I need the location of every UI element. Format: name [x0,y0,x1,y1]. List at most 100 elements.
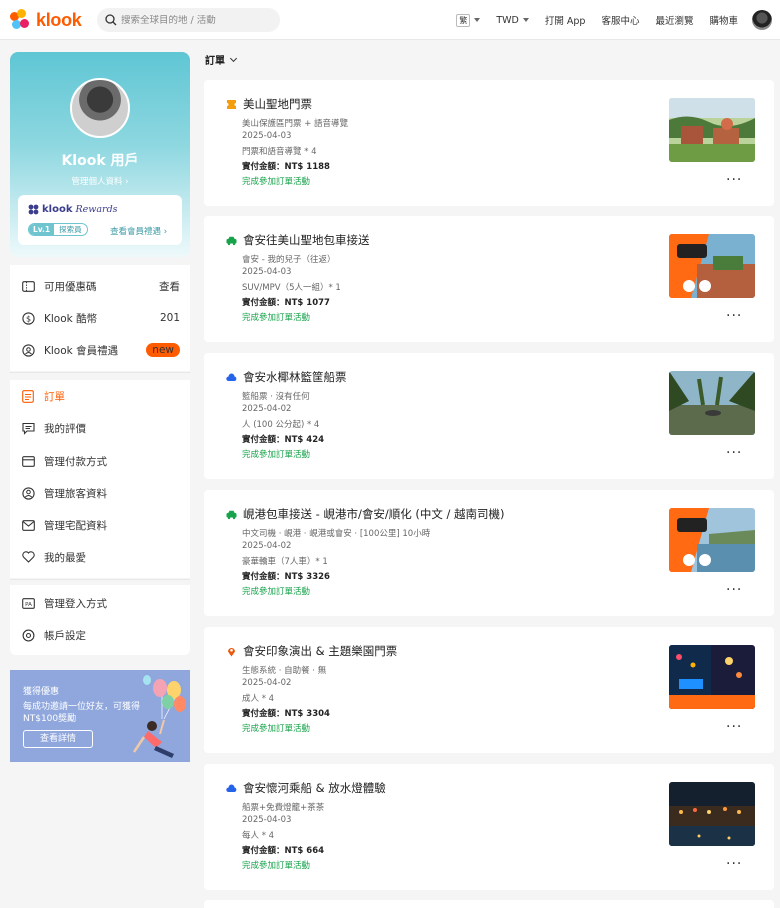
order-units: 每人 * 4 [242,831,275,841]
rewards-logo: klook Rewards [28,204,118,215]
menu-divider [10,579,190,580]
account-settings-menu: PA 管理登入方式 帳戶設定 [10,585,190,655]
order-units: 門票和語音導覽 * 4 [242,147,317,157]
menu-label: 我的最愛 [44,551,86,564]
order-date: 2025-04-03 [242,267,292,277]
menu-item-login-methods[interactable]: PA 管理登入方式 [10,587,190,619]
order-thumbnail[interactable] [669,98,755,162]
manage-profile-link[interactable]: 管理個人資料 › [10,175,190,187]
order-card[interactable]: 會安印象演出 & 主題樂園門票 生態系統 · 自助餐 · 無 2025-04-0… [204,627,774,753]
card-icon [21,454,35,468]
order-card[interactable]: 會安懷河乘船 & 放水燈體驗 船票+免費燈籠+茶茶 2025-04-03 每人 … [204,764,774,890]
menu-item-member-benefits[interactable]: Klook 會員禮遇 new [10,334,190,366]
order-icon [21,389,35,403]
menu-item-delivery[interactable]: 管理宅配資料 [10,509,190,541]
currency-selector[interactable]: TWD [496,15,529,26]
coin-icon: $ [21,311,35,325]
login-icon: PA [21,596,35,610]
svg-text:PA: PA [25,602,32,608]
coupon-icon [21,279,35,293]
svg-text:$: $ [25,314,30,323]
more-options-button[interactable]: ··· [726,582,742,598]
order-thumbnail[interactable] [669,234,755,298]
order-title[interactable]: 會安懷河乘船 & 放水燈體驗 [226,780,386,796]
top-navigation-bar: klook 繁 TWD 打開 App 客服中心 最近瀏覽 購物車 [0,0,780,40]
menu-item-reviews[interactable]: 我的評價 [10,412,190,444]
order-date: 2025-04-02 [242,541,292,551]
order-thumbnail[interactable] [669,508,755,572]
order-thumbnail[interactable] [669,371,755,435]
search-icon [105,14,117,26]
user-avatar[interactable] [752,10,772,30]
caret-down-icon [474,18,481,22]
more-options-button[interactable]: ··· [726,445,742,461]
referral-promo-banner[interactable]: 獲得優惠 每成功邀請一位好友，可獲得NT$100獎勵 查看詳情 [10,670,190,762]
profile-name: Klook 用戶 [61,153,139,169]
order-filter-dropdown[interactable]: 訂單 [205,52,238,67]
order-title[interactable]: 會安往美山聖地包車接送 [226,232,370,248]
profile-avatar[interactable] [70,78,130,138]
menu-item-account-settings[interactable]: 帳戶設定 [10,619,190,651]
order-card[interactable]: 美山聖地門票 美山保護區門票 + 語音導覽 2025-04-03 門票和語音導覽… [204,80,774,206]
more-options-button[interactable]: ··· [726,719,742,735]
order-date: 2025-04-02 [242,678,292,688]
recently-viewed-link[interactable]: 最近瀏覽 [655,13,693,27]
menu-item-orders[interactable]: 訂單 [10,380,190,412]
order-package: 中文司機 · 峴港 · 峴港或會安 · [100公里] 10小時 [242,529,431,539]
search-bar[interactable] [97,8,280,32]
order-title[interactable]: 會安印象演出 & 主題樂園門票 [226,643,397,659]
new-badge: new [146,343,180,357]
cloud-icon [226,783,237,794]
view-rewards-link[interactable]: 查看會員禮遇 › [110,225,167,237]
order-card[interactable]: 會安往美山聖地包車接送 會安 - 我的兒子（往返） 2025-04-03 SUV… [204,216,774,342]
open-app-link[interactable]: 打開 App [545,13,586,27]
order-status: 完成參加訂單活動 [242,313,311,323]
rewards-card[interactable]: klook Rewards Lv.1 探索員 查看會員禮遇 › [18,195,182,245]
mail-icon [21,518,35,532]
promo-details-button[interactable]: 查看詳情 [23,730,93,748]
order-card[interactable]: 峴港包車接送 - 峴港市/會安/順化 (中文 / 越南司機) 中文司機 · 峴港… [204,490,774,616]
member-icon [21,343,35,357]
menu-right-value[interactable]: 查看 [159,279,180,294]
more-options-button[interactable]: ··· [726,856,742,872]
logo-text: klook [36,9,82,30]
order-thumbnail[interactable] [669,645,755,709]
cart-link[interactable]: 購物車 [709,13,738,27]
more-options-button[interactable]: ··· [726,172,742,188]
menu-item-payment-methods[interactable]: 管理付款方式 [10,445,190,477]
help-center-link[interactable]: 客服中心 [601,13,639,27]
order-title[interactable]: 峴港包車接送 - 峴港市/會安/順化 (中文 / 越南司機) [226,506,505,522]
balloon-girl-illustration [132,675,186,758]
order-thumbnail[interactable] [669,782,755,846]
order-date: 2025-04-03 [242,815,292,825]
promo-title: 獲得優惠 [23,687,60,697]
header-nav: 繁 TWD 打開 App 客服中心 最近瀏覽 購物車 [440,0,772,40]
order-title[interactable]: 美山聖地門票 [226,96,312,112]
menu-label: 管理宅配資料 [44,519,107,532]
more-options-button[interactable]: ··· [726,308,742,324]
menu-label: 管理旅客資料 [44,487,107,500]
klook-mark-icon [28,204,39,215]
language-selector[interactable]: 繁 [456,13,481,27]
order-units: SUV/MPV（5人一組）* 1 [242,283,341,293]
order-status: 完成參加訂單活動 [242,450,311,460]
menu-label: 可用優惠碼 [44,280,97,293]
chevron-down-icon [229,54,238,62]
menu-item-coupons[interactable]: 可用優惠碼 查看 [10,270,190,302]
order-card[interactable]: 會安水椰林籃筐船票 籃船票 · 沒有任何 2025-04-02 人 (100 公… [204,353,774,479]
level-badge: Lv.1 探索員 [28,223,88,236]
order-status: 完成參加訂單活動 [242,861,311,871]
menu-label: 帳戶設定 [44,629,86,642]
menu-item-klook-coins[interactable]: $ Klook 酷幣 201 [10,302,190,334]
order-price: 實付金額：NT$ 3326 [242,572,330,582]
search-input[interactable] [121,14,271,26]
pin-icon [226,646,237,657]
order-title-text: 峴港包車接送 - 峴港市/會安/順化 (中文 / 越南司機) [243,507,505,521]
order-title-text: 會安往美山聖地包車接送 [243,233,370,247]
klook-logo[interactable]: klook [10,9,82,31]
order-title[interactable]: 會安水椰林籃筐船票 [226,369,347,385]
menu-item-travelers[interactable]: 管理旅客資料 [10,477,190,509]
order-price: 實付金額：NT$ 3304 [242,709,330,719]
order-title-text: 會安印象演出 & 主題樂園門票 [243,644,398,658]
menu-item-favorites[interactable]: 我的最愛 [10,541,190,573]
